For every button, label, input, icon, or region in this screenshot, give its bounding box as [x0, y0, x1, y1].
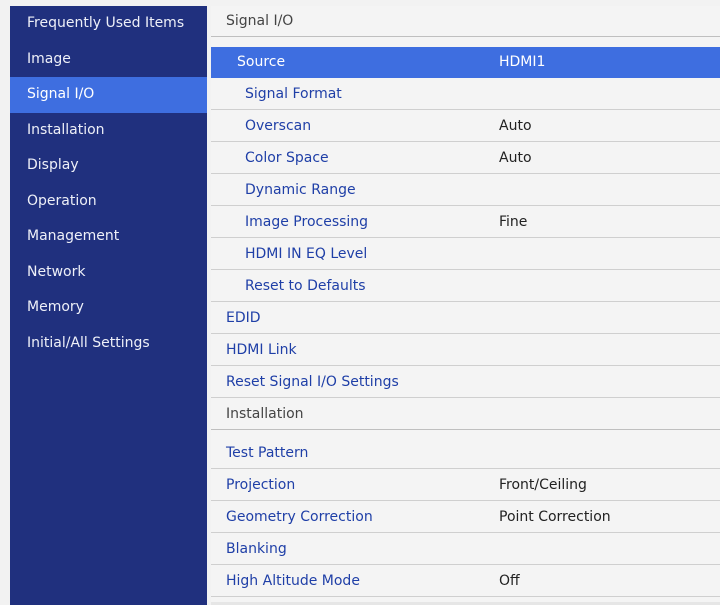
menu-row-value: Off [499, 573, 520, 589]
menu-row-value: Point Correction [499, 509, 611, 525]
menu-row-test-pattern[interactable]: Test Pattern [211, 438, 720, 469]
menu-row-reset-to-defaults[interactable]: Reset to Defaults [211, 271, 720, 302]
menu-row-label: HDMI IN EQ Level [245, 246, 368, 262]
menu-row-edid[interactable]: EDID [211, 303, 720, 334]
sidebar-item-frequently-used-items[interactable]: Frequently Used Items [10, 6, 207, 42]
menu-row-label: Signal Format [245, 86, 342, 102]
menu-row-value: Auto [499, 118, 532, 134]
menu-row-hdmi-in-eq-level[interactable]: HDMI IN EQ Level [211, 239, 720, 270]
menu-row-image-processing[interactable]: Image Processing Fine [211, 207, 720, 238]
menu-row-label: Overscan [245, 118, 312, 134]
sidebar-item-display[interactable]: Display [10, 148, 207, 184]
settings-panel: Signal I/O Source HDMI1 Signal Format Ov… [211, 6, 720, 605]
menu-row-label: Projection [226, 477, 296, 493]
menu-row-value: Auto [499, 150, 532, 166]
menu-row-label: Reset to Defaults [245, 278, 366, 294]
menu-row-label: High Altitude Mode [226, 573, 360, 589]
menu-row-overscan[interactable]: Overscan Auto [211, 111, 720, 142]
sidebar-item-installation[interactable]: Installation [10, 113, 207, 149]
sidebar-item-management[interactable]: Management [10, 219, 207, 255]
sidebar-item-network[interactable]: Network [10, 255, 207, 291]
sidebar-item-memory[interactable]: Memory [10, 290, 207, 326]
menu-row-label: Test Pattern [226, 445, 309, 461]
menu-row-label: Blanking [226, 541, 287, 557]
projector-menu: Frequently Used Items Image Signal I/O I… [0, 0, 720, 605]
sidebar-item-signal-io[interactable]: Signal I/O [10, 77, 207, 113]
menu-row-source[interactable]: Source HDMI1 [211, 47, 720, 78]
menu-row-hdmi-link[interactable]: HDMI Link [211, 335, 720, 366]
sidebar-item-image[interactable]: Image [10, 42, 207, 78]
section-header-installation: Installation [211, 399, 720, 430]
menu-row-value: HDMI1 [499, 54, 546, 70]
menu-row-color-space[interactable]: Color Space Auto [211, 143, 720, 174]
menu-row-label: HDMI Link [226, 342, 297, 358]
menu-row-value: Front/Ceiling [499, 477, 587, 493]
menu-row-reset-signal-io-settings[interactable]: Reset Signal I/O Settings [211, 367, 720, 398]
menu-row-label: Dynamic Range [245, 182, 356, 198]
menu-row-value: Fine [499, 214, 528, 230]
menu-row-signal-format[interactable]: Signal Format [211, 79, 720, 110]
menu-row-label: EDID [226, 310, 261, 326]
menu-sidebar: Frequently Used Items Image Signal I/O I… [10, 6, 207, 605]
sidebar-item-initial-all-settings[interactable]: Initial/All Settings [10, 326, 207, 362]
menu-row-high-altitude-mode[interactable]: High Altitude Mode Off [211, 566, 720, 597]
menu-row-geometry-correction[interactable]: Geometry Correction Point Correction [211, 502, 720, 533]
section-header-signal-io: Signal I/O [211, 6, 720, 37]
menu-row-blanking[interactable]: Blanking [211, 534, 720, 565]
menu-row-label: Image Processing [245, 214, 369, 230]
menu-row-label: Color Space [245, 150, 329, 166]
section-title: Installation [226, 406, 304, 422]
section-title: Signal I/O [226, 13, 294, 29]
sidebar-item-operation[interactable]: Operation [10, 184, 207, 220]
menu-row-label: Reset Signal I/O Settings [226, 374, 399, 390]
menu-row-projection[interactable]: Projection Front/Ceiling [211, 470, 720, 501]
menu-row-dynamic-range[interactable]: Dynamic Range [211, 175, 720, 206]
menu-row-label: Geometry Correction [226, 509, 373, 525]
menu-row-label: Source [237, 54, 286, 70]
